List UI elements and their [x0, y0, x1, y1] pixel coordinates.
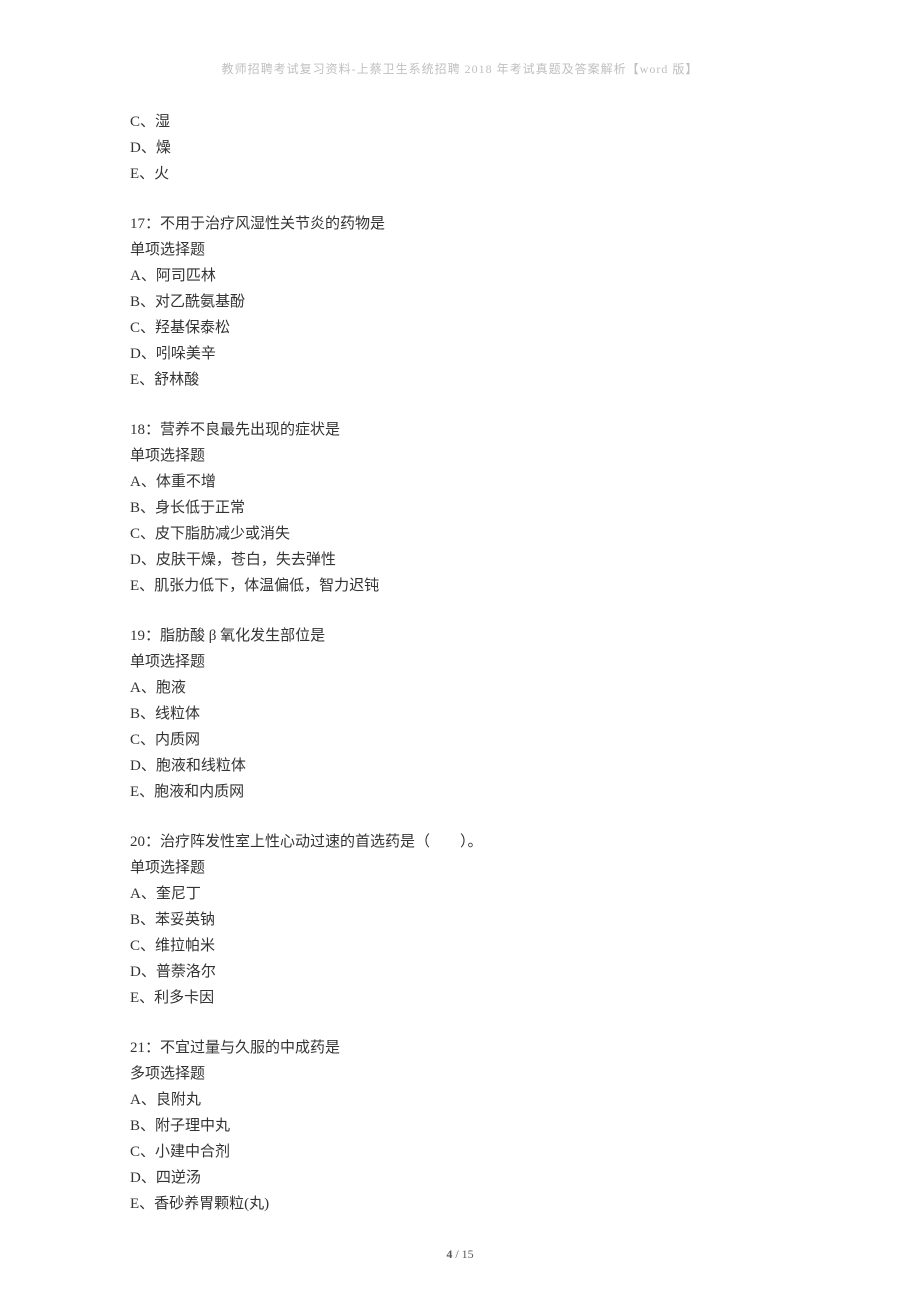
page-total: 15 — [462, 1247, 474, 1261]
question-19: 19：脂肪酸 β 氧化发生部位是 单项选择题 A、胞液 B、线粒体 C、内质网 … — [130, 623, 790, 805]
page-header: 教师招聘考试复习资料-上蔡卫生系统招聘 2018 年考试真题及答案解析【word… — [130, 60, 790, 77]
question-type: 多项选择题 — [130, 1061, 790, 1087]
question-17: 17：不用于治疗风湿性关节炎的药物是 单项选择题 A、阿司匹林 B、对乙酰氨基酚… — [130, 211, 790, 393]
option-text: C、内质网 — [130, 727, 790, 753]
option-text: E、火 — [130, 161, 790, 187]
option-text: D、吲哚美辛 — [130, 341, 790, 367]
question-type: 单项选择题 — [130, 649, 790, 675]
option-text: A、体重不增 — [130, 469, 790, 495]
question-type: 单项选择题 — [130, 443, 790, 469]
option-text: B、附子理中丸 — [130, 1113, 790, 1139]
option-text: A、良附丸 — [130, 1087, 790, 1113]
option-text: E、利多卡因 — [130, 985, 790, 1011]
question-type: 单项选择题 — [130, 237, 790, 263]
option-text: A、奎尼丁 — [130, 881, 790, 907]
option-text: D、胞液和线粒体 — [130, 753, 790, 779]
page-sep: / — [452, 1247, 461, 1261]
question-title: 21：不宜过量与久服的中成药是 — [130, 1035, 790, 1061]
option-text: A、阿司匹林 — [130, 263, 790, 289]
question-title: 20：治疗阵发性室上性心动过速的首选药是（ ）。 — [130, 829, 790, 855]
option-text: C、维拉帕米 — [130, 933, 790, 959]
option-text: D、燥 — [130, 135, 790, 161]
question-type: 单项选择题 — [130, 855, 790, 881]
option-text: D、皮肤干燥，苍白，失去弹性 — [130, 547, 790, 573]
option-text: C、羟基保泰松 — [130, 315, 790, 341]
question-18: 18：营养不良最先出现的症状是 单项选择题 A、体重不增 B、身长低于正常 C、… — [130, 417, 790, 599]
option-text: E、肌张力低下，体温偏低，智力迟钝 — [130, 573, 790, 599]
option-text: E、胞液和内质网 — [130, 779, 790, 805]
question-title: 19：脂肪酸 β 氧化发生部位是 — [130, 623, 790, 649]
option-text: A、胞液 — [130, 675, 790, 701]
option-text: D、普萘洛尔 — [130, 959, 790, 985]
option-text: C、皮下脂肪减少或消失 — [130, 521, 790, 547]
question-title: 17：不用于治疗风湿性关节炎的药物是 — [130, 211, 790, 237]
option-text: C、湿 — [130, 109, 790, 135]
option-text: B、身长低于正常 — [130, 495, 790, 521]
question-21: 21：不宜过量与久服的中成药是 多项选择题 A、良附丸 B、附子理中丸 C、小建… — [130, 1035, 790, 1217]
question-20: 20：治疗阵发性室上性心动过速的首选药是（ ）。 单项选择题 A、奎尼丁 B、苯… — [130, 829, 790, 1011]
option-text: E、香砂养胃颗粒(丸) — [130, 1191, 790, 1217]
page-footer: 4 / 15 — [0, 1247, 920, 1262]
question-title: 18：营养不良最先出现的症状是 — [130, 417, 790, 443]
option-text: B、对乙酰氨基酚 — [130, 289, 790, 315]
option-text: B、苯妥英钠 — [130, 907, 790, 933]
option-text: E、舒林酸 — [130, 367, 790, 393]
option-text: C、小建中合剂 — [130, 1139, 790, 1165]
prev-question-options: C、湿 D、燥 E、火 — [130, 109, 790, 187]
option-text: B、线粒体 — [130, 701, 790, 727]
option-text: D、四逆汤 — [130, 1165, 790, 1191]
